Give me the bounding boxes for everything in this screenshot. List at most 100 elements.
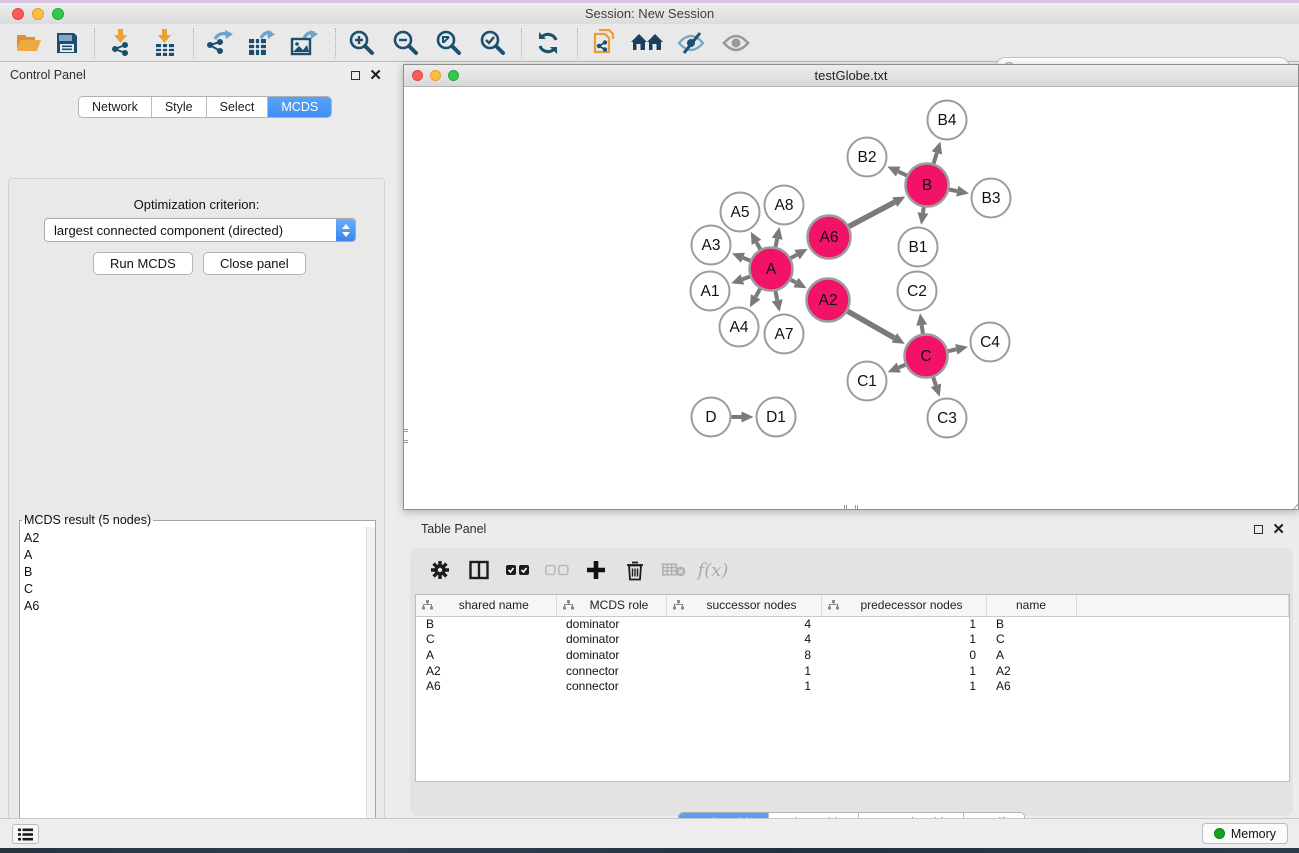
window-resize-handle[interactable] xyxy=(1282,493,1298,509)
graph-edge-B-B1[interactable] xyxy=(923,207,924,213)
show-selected-eye-icon[interactable] xyxy=(719,28,753,58)
open-session-icon[interactable] xyxy=(12,28,46,58)
tab-network[interactable]: Network xyxy=(79,97,152,117)
graph-node-A[interactable]: A xyxy=(750,248,793,291)
run-mcds-button[interactable]: Run MCDS xyxy=(93,252,193,275)
graph-node-A3[interactable]: A3 xyxy=(692,226,731,265)
import-network-icon[interactable] xyxy=(104,28,138,58)
tab-style[interactable]: Style xyxy=(152,97,207,117)
graph-node-A7[interactable]: A7 xyxy=(765,315,804,354)
zoom-selected-icon[interactable] xyxy=(476,28,510,58)
table-settings-gear-icon[interactable] xyxy=(428,558,452,582)
graph-edge-C-C2[interactable] xyxy=(922,325,923,334)
close-panel-icon[interactable]: ✕ xyxy=(369,71,382,80)
graph-edge-A-A5[interactable] xyxy=(756,242,760,249)
graph-edge-A-A3[interactable] xyxy=(743,258,750,261)
save-session-icon[interactable] xyxy=(50,28,84,58)
status-bar: Memory xyxy=(0,818,1299,848)
table-row[interactable]: A6connector11A6 xyxy=(416,678,1289,694)
graph-node-A1[interactable]: A1 xyxy=(691,272,730,311)
export-image-icon[interactable] xyxy=(287,28,321,58)
graph-edge-A6-B[interactable] xyxy=(849,202,895,226)
graph-node-A4[interactable]: A4 xyxy=(720,308,759,347)
graph-edge-A2-C[interactable] xyxy=(848,311,895,338)
import-table-icon[interactable] xyxy=(148,28,182,58)
column-header-name[interactable]: name xyxy=(986,595,1076,616)
zoom-out-icon[interactable] xyxy=(389,28,423,58)
graph-edge-C-C1[interactable] xyxy=(899,365,906,368)
delete-column-trash-icon[interactable] xyxy=(623,558,647,582)
table-cell: 1 xyxy=(821,616,986,632)
table-row[interactable]: Bdominator41B xyxy=(416,616,1289,632)
graph-edge-B-B3[interactable] xyxy=(949,189,957,191)
graph-edge-A-A6[interactable] xyxy=(791,255,797,258)
graph-node-B1[interactable]: B1 xyxy=(899,228,938,267)
graph-node-B3[interactable]: B3 xyxy=(972,179,1011,218)
mcds-result-item[interactable]: A xyxy=(20,546,375,563)
float-panel-icon[interactable] xyxy=(351,71,360,80)
deselect-all-columns-icon[interactable] xyxy=(545,558,569,582)
export-table-icon[interactable] xyxy=(244,28,278,58)
graph-edge-A-A1[interactable] xyxy=(742,277,749,280)
graph-node-C[interactable]: C xyxy=(905,335,948,378)
hide-selected-eye-icon[interactable] xyxy=(674,28,708,58)
network-window-titlebar[interactable]: testGlobe.txt xyxy=(404,65,1298,87)
graph-node-C3[interactable]: C3 xyxy=(928,399,967,438)
export-network-icon[interactable] xyxy=(202,28,236,58)
window-left-gripper[interactable] xyxy=(403,429,408,443)
graph-edge-B-B4[interactable] xyxy=(934,153,937,164)
graph-node-C1[interactable]: C1 xyxy=(848,362,887,401)
graph-node-C2[interactable]: C2 xyxy=(898,272,937,311)
mcds-result-scrollbar[interactable] xyxy=(366,527,375,849)
graph-node-C4[interactable]: C4 xyxy=(971,323,1010,362)
mcds-result-item[interactable]: A2 xyxy=(20,529,375,546)
network-canvas[interactable]: B4 B2 B B3 A5A8A6 A3 B1 A A1 C2 A2 A4A7 C4 C C1 C3 D D1 xyxy=(404,87,1298,508)
graph-edge-A-A8[interactable] xyxy=(775,239,777,247)
graph-node-A2[interactable]: A2 xyxy=(807,279,850,322)
task-history-list-icon[interactable] xyxy=(12,824,39,844)
float-table-panel-icon[interactable] xyxy=(1254,525,1263,534)
select-all-columns-icon[interactable] xyxy=(506,558,530,582)
column-header-predecessor-nodes[interactable]: predecessor nodes xyxy=(821,595,986,616)
table-row[interactable]: Cdominator41C xyxy=(416,632,1289,648)
home-layouts-icon[interactable] xyxy=(630,28,664,58)
graph-node-A5[interactable]: A5 xyxy=(721,193,760,232)
criterion-dropdown[interactable]: largest connected component (directed) xyxy=(44,218,356,242)
graph-node-A8[interactable]: A8 xyxy=(765,186,804,225)
memory-button[interactable]: Memory xyxy=(1202,823,1288,844)
tab-select[interactable]: Select xyxy=(207,97,269,117)
clone-network-icon[interactable] xyxy=(588,28,622,58)
graph-edge-C-C4[interactable] xyxy=(948,349,956,351)
close-panel-button[interactable]: Close panel xyxy=(203,252,306,275)
close-table-panel-icon[interactable]: ✕ xyxy=(1272,525,1285,534)
mcds-result-item[interactable]: A6 xyxy=(20,597,375,614)
column-header-mcds-role[interactable]: MCDS role xyxy=(556,595,666,616)
column-header-shared-name[interactable]: shared name xyxy=(416,595,556,616)
column-layout-icon[interactable] xyxy=(467,558,491,582)
zoom-in-icon[interactable] xyxy=(345,28,379,58)
graph-node-A6[interactable]: A6 xyxy=(808,216,851,259)
graph-node-B4[interactable]: B4 xyxy=(928,101,967,140)
graph-node-B2[interactable]: B2 xyxy=(848,138,887,177)
graph-edge-A-A7[interactable] xyxy=(775,291,777,300)
graph-node-D1[interactable]: D1 xyxy=(757,398,796,437)
table-row[interactable]: Adominator80A xyxy=(416,647,1289,663)
tab-mcds[interactable]: MCDS xyxy=(268,97,331,117)
zoom-fit-icon[interactable] xyxy=(432,28,466,58)
app-titlebar[interactable]: Session: New Session xyxy=(0,3,1299,24)
table-cell: 1 xyxy=(821,663,986,679)
table-row[interactable]: A2connector11A2 xyxy=(416,663,1289,679)
mcds-result-item[interactable]: B xyxy=(20,563,375,580)
network-graph[interactable]: B4 B2 B B3 A5A8A6 A3 B1 A A1 C2 A2 A4A7 C4 C C1 C3 D D1 xyxy=(404,87,1298,508)
column-header-successor-nodes[interactable]: successor nodes xyxy=(666,595,821,616)
add-column-icon[interactable] xyxy=(584,558,608,582)
graph-edge-B-B2[interactable] xyxy=(898,172,906,176)
refresh-view-icon[interactable] xyxy=(531,28,565,58)
window-bottom-gripper[interactable] xyxy=(844,505,858,510)
graph-edge-C-C3[interactable] xyxy=(933,377,936,385)
graph-node-B[interactable]: B xyxy=(906,164,949,207)
graph-node-D[interactable]: D xyxy=(692,398,731,437)
mcds-result-item[interactable]: C xyxy=(20,580,375,597)
graph-edge-A-A4[interactable] xyxy=(756,289,760,297)
graph-edge-A-A2[interactable] xyxy=(791,280,796,283)
